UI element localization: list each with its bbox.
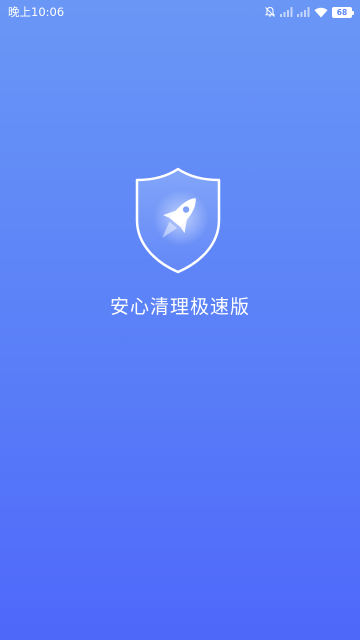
battery-icon: 68	[332, 6, 354, 18]
wifi-icon	[314, 7, 328, 18]
shield-rocket-icon	[133, 166, 223, 274]
app-name: 安心清理极速版	[109, 296, 250, 318]
status-bar: 晚上10:06 68	[0, 0, 360, 24]
signal-icon	[297, 7, 310, 17]
status-time: 晚上10:06	[8, 5, 65, 19]
signal-icon	[280, 7, 293, 17]
status-icons: 68	[264, 6, 354, 18]
alarm-off-icon	[264, 6, 276, 18]
